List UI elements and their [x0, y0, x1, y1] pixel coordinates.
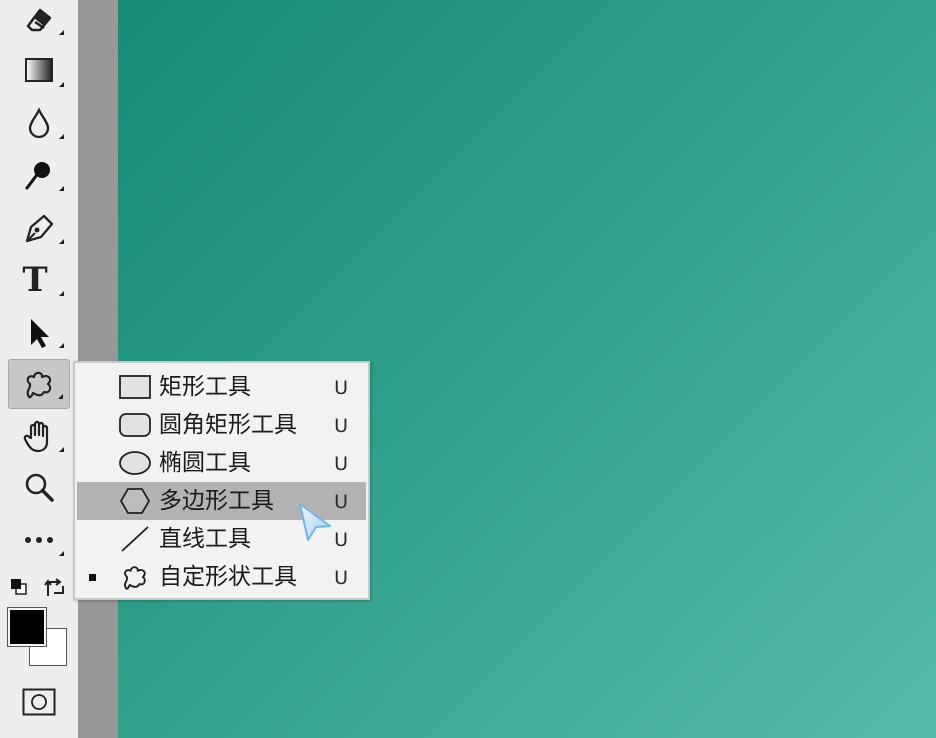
quick-mask-icon [22, 688, 56, 716]
menu-item-shortcut: U [334, 453, 348, 475]
gradient-tool[interactable] [8, 46, 70, 96]
hand-icon [23, 420, 49, 453]
menu-item-shortcut: U [334, 567, 348, 589]
rounded-rectangle-icon [119, 413, 151, 437]
pen-icon [25, 214, 54, 243]
menu-item-shortcut: U [334, 377, 348, 399]
menu-item-label: 多边形工具 [159, 488, 274, 514]
custom-shape-icon [26, 371, 52, 399]
menu-item-shortcut: U [334, 529, 348, 551]
blur-tool[interactable] [8, 98, 70, 148]
menu-item-label: 矩形工具 [159, 374, 251, 400]
menu-item-custom-shape-tool[interactable]: 自定形状工具 U [77, 558, 366, 596]
menu-item-shortcut: U [334, 491, 348, 513]
dodge-icon [25, 162, 50, 190]
menu-item-ellipse-tool[interactable]: 椭圆工具 U [77, 444, 366, 482]
shape-tools-flyout-menu: 矩形工具 U 圆角矩形工具 U 椭圆工具 U 多边形工具 U 直线工具 U 自定… [73, 361, 370, 600]
rectangle-icon [119, 375, 151, 399]
type-tool[interactable]: T [8, 255, 70, 305]
quick-mask-button[interactable] [22, 688, 56, 716]
menu-item-label: 自定形状工具 [159, 564, 297, 590]
custom-shape-icon [123, 566, 146, 590]
path-selection-tool[interactable] [8, 307, 70, 357]
pen-tool[interactable] [8, 203, 70, 253]
path-selection-icon [31, 319, 49, 348]
tools-panel: T [0, 0, 78, 738]
mouse-cursor-icon [299, 503, 331, 541]
ellipse-icon [119, 451, 151, 475]
menu-item-shortcut: U [334, 415, 348, 437]
zoom-tool[interactable] [8, 463, 70, 513]
selected-tool-marker [89, 574, 96, 581]
hand-tool[interactable] [8, 411, 70, 461]
dodge-tool[interactable] [8, 150, 70, 200]
polygon-icon [120, 488, 150, 514]
line-icon [121, 526, 149, 552]
menu-item-label: 圆角矩形工具 [159, 412, 297, 438]
more-tools[interactable] [8, 515, 70, 565]
more-tools-icon [25, 537, 53, 543]
gradient-icon [25, 58, 53, 82]
menu-item-rectangle-tool[interactable]: 矩形工具 U [77, 368, 366, 406]
swap-colors-icon[interactable] [44, 576, 66, 598]
default-colors-icon[interactable] [10, 578, 28, 596]
menu-item-rounded-rectangle-tool[interactable]: 圆角矩形工具 U [77, 406, 366, 444]
custom-shape-tool[interactable] [8, 359, 70, 409]
eraser-icon [26, 8, 52, 32]
menu-item-label: 椭圆工具 [159, 450, 251, 476]
type-icon: T [22, 260, 48, 300]
blur-icon [28, 107, 50, 139]
eraser-tool[interactable] [8, 0, 70, 44]
menu-item-label: 直线工具 [159, 526, 251, 552]
foreground-color-swatch[interactable] [7, 607, 47, 647]
zoom-icon [25, 473, 54, 502]
